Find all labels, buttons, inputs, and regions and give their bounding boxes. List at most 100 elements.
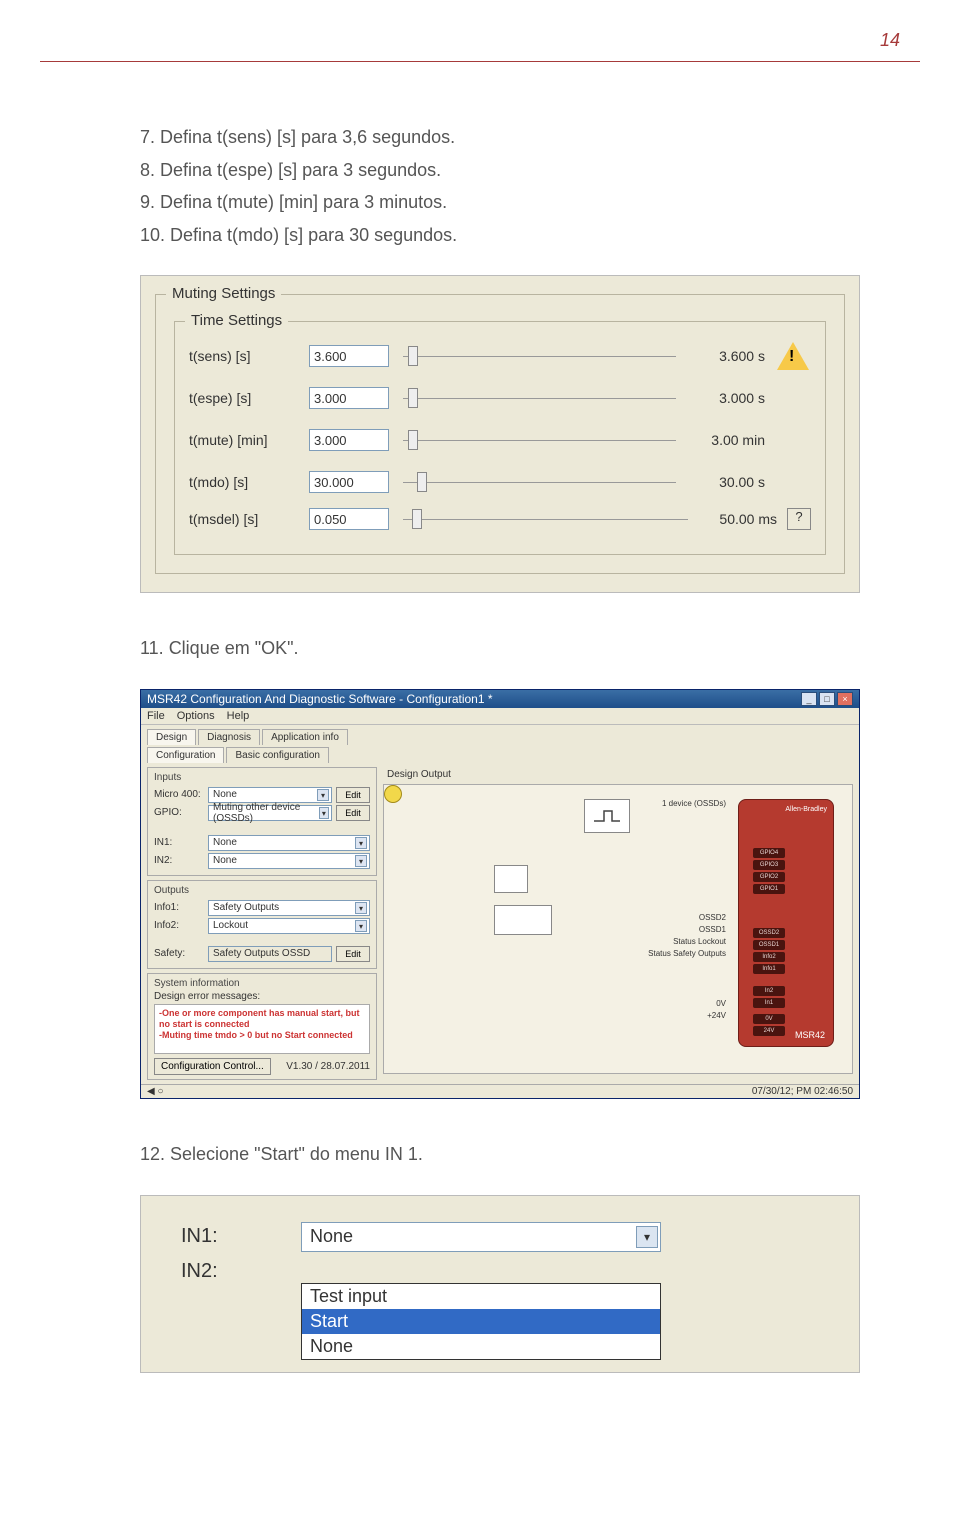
- spacer: [775, 382, 811, 414]
- window-title: MSR42 Configuration And Diagnostic Softw…: [147, 692, 493, 706]
- time-settings-group: Time Settings t(sens) [s] 3.600 3.600 s …: [174, 321, 826, 555]
- label-tespe: t(espe) [s]: [189, 390, 299, 406]
- step-11: 11. Clique em "OK".: [140, 633, 860, 664]
- label-status-lockout: Status Lockout: [673, 937, 726, 946]
- statusbar: ◀ ○ 07/30/12; PM 02:46:50: [141, 1084, 859, 1098]
- micro400-label: Micro 400:: [154, 789, 204, 800]
- input-tespe[interactable]: 3.000: [309, 387, 389, 409]
- close-button[interactable]: ×: [837, 692, 853, 706]
- info2-label: Info2:: [154, 920, 204, 931]
- tab-diagnosis[interactable]: Diagnosis: [198, 729, 260, 745]
- menubar: File Options Help: [141, 708, 859, 725]
- tab-basicconfig[interactable]: Basic configuration: [226, 747, 329, 763]
- input-tmsdel[interactable]: 0.050: [309, 508, 389, 530]
- inputs-panel: Inputs Micro 400: None▾ Edit GPIO: Mutin…: [147, 767, 377, 876]
- spacer: [775, 466, 811, 498]
- safety-edit-button[interactable]: Edit: [336, 946, 370, 962]
- gpio-label: GPIO:: [154, 807, 204, 818]
- row-tsens: t(sens) [s] 3.600 3.600 s: [189, 340, 811, 372]
- design-output-title: Design Output: [383, 767, 853, 784]
- label-1device: 1 device (OSSDs): [662, 799, 726, 808]
- in1-dropdown-list[interactable]: Test input Start None: [301, 1283, 661, 1360]
- gpio-combo[interactable]: Muting other device (OSSDs)▾: [208, 805, 332, 821]
- micro400-combo[interactable]: None▾: [208, 787, 332, 803]
- chip-gpio3: GPIO3: [753, 860, 785, 870]
- group-title-inner: Time Settings: [185, 312, 288, 329]
- top-rule: [40, 61, 920, 62]
- maximize-button[interactable]: □: [819, 692, 835, 706]
- micro400-edit-button[interactable]: Edit: [336, 787, 370, 803]
- in2-label: IN2:: [154, 855, 204, 866]
- chevron-down-icon: ▾: [317, 789, 329, 801]
- tab-design[interactable]: Design: [147, 729, 196, 745]
- gpio-edit-button[interactable]: Edit: [336, 805, 370, 821]
- calc-tmute: 3.00 min: [690, 432, 765, 448]
- row-tespe: t(espe) [s] 3.000 3.000 s: [189, 382, 811, 414]
- in2-big-label: IN2:: [181, 1260, 261, 1283]
- wiring-block-1: [494, 865, 528, 893]
- sensor-icon: [592, 807, 622, 825]
- err-label: Design error messages:: [154, 991, 370, 1002]
- chip-in1: In1: [753, 998, 785, 1008]
- in1-combo[interactable]: None▾: [208, 835, 370, 851]
- calc-tmsdel: 50.00 ms: [702, 511, 777, 527]
- info1-combo[interactable]: Safety Outputs▾: [208, 900, 370, 916]
- slider-tmdo[interactable]: [403, 472, 676, 492]
- calc-tespe: 3.000 s: [690, 390, 765, 406]
- input-tmute[interactable]: 3.000: [309, 429, 389, 451]
- help-button[interactable]: ?: [787, 508, 811, 530]
- safety-label: Safety:: [154, 948, 204, 959]
- inputs-title: Inputs: [154, 772, 370, 785]
- chip-gpio1: GPIO1: [753, 884, 785, 894]
- slider-tespe[interactable]: [403, 388, 676, 408]
- tab-configuration[interactable]: Configuration: [147, 747, 224, 763]
- menu-options[interactable]: Options: [177, 710, 215, 722]
- design-output-area: 1 device (OSSDs) +24V Lamp Allen-Bradley…: [383, 784, 853, 1074]
- msr42-module: Allen-Bradley MSR42 GPIO4 GPIO3 GPIO2 GP…: [738, 799, 834, 1047]
- row-tmute: t(mute) [min] 3.000 3.00 min: [189, 424, 811, 456]
- info2-combo[interactable]: Lockout▾: [208, 918, 370, 934]
- slider-tmute[interactable]: [403, 430, 676, 450]
- muting-settings-group: Muting Settings Time Settings t(sens) [s…: [155, 294, 845, 574]
- outputs-title: Outputs: [154, 885, 370, 898]
- version-label: V1.30 / 28.07.2011: [286, 1061, 370, 1072]
- step-9: 9. Defina t(mute) [min] para 3 minutos.: [140, 187, 860, 218]
- tabs-sub: Configuration Basic configuration: [147, 747, 853, 763]
- page-number: 14: [0, 0, 960, 61]
- slider-tmsdel[interactable]: [403, 509, 688, 529]
- chip-gpio4: GPIO4: [753, 848, 785, 858]
- status-left: ◀ ○: [147, 1086, 164, 1097]
- chevron-down-icon: ▾: [355, 920, 367, 932]
- step-10: 10. Defina t(mdo) [s] para 30 segundos.: [140, 220, 860, 251]
- in1-big-label: IN1:: [181, 1225, 261, 1248]
- info1-label: Info1:: [154, 902, 204, 913]
- step-8: 8. Defina t(espe) [s] para 3 segundos.: [140, 155, 860, 186]
- slider-tsens[interactable]: [403, 346, 676, 366]
- group-title-outer: Muting Settings: [166, 285, 281, 302]
- label-0v: 0V: [716, 999, 726, 1008]
- option-start[interactable]: Start: [302, 1309, 660, 1334]
- step-12: 12. Selecione "Start" do menu IN 1.: [140, 1139, 860, 1170]
- chevron-down-icon: ▾: [319, 807, 329, 819]
- wiring-block-2: [494, 905, 552, 935]
- chip-in2: In2: [753, 986, 785, 996]
- chevron-down-icon: ▾: [636, 1226, 658, 1248]
- ossd-device-block: [584, 799, 630, 833]
- chip-ossd1: OSSD1: [753, 940, 785, 950]
- option-none[interactable]: None: [302, 1334, 660, 1359]
- in-selection-panel: IN1: None ▾ IN2: Test input Start None: [140, 1195, 860, 1373]
- input-tmdo[interactable]: 30.000: [309, 471, 389, 493]
- step-7: 7. Defina t(sens) [s] para 3,6 segundos.: [140, 122, 860, 153]
- tab-appinfo[interactable]: Application info: [262, 729, 348, 745]
- minimize-button[interactable]: _: [801, 692, 817, 706]
- menu-help[interactable]: Help: [227, 710, 250, 722]
- option-test-input[interactable]: Test input: [302, 1284, 660, 1309]
- in2-combo[interactable]: None▾: [208, 853, 370, 869]
- lamp-icon: [384, 785, 402, 803]
- label-ossd2: OSSD2: [699, 913, 726, 922]
- configuration-control-button[interactable]: Configuration Control...: [154, 1058, 271, 1075]
- in1-big-combo[interactable]: None ▾: [301, 1222, 661, 1252]
- label-ossd1: OSSD1: [699, 925, 726, 934]
- menu-file[interactable]: File: [147, 710, 165, 722]
- input-tsens[interactable]: 3.600: [309, 345, 389, 367]
